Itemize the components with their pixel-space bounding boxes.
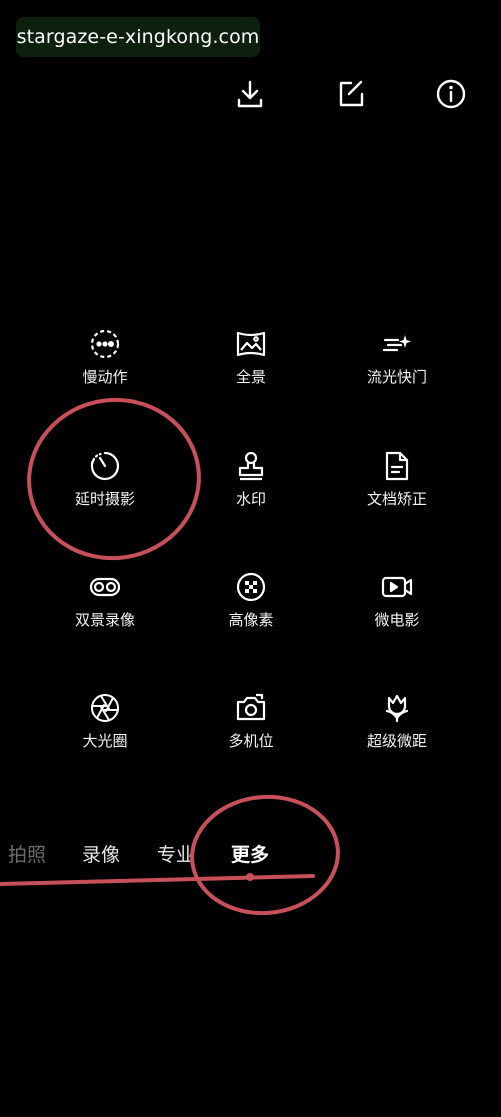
micro-movie-icon xyxy=(337,567,457,603)
tab-more[interactable]: 更多 xyxy=(231,840,269,867)
document-icon xyxy=(337,446,457,482)
slow-motion-icon xyxy=(45,324,165,360)
high-resolution-icon xyxy=(191,567,311,603)
tab-video[interactable]: 录像 xyxy=(82,840,120,867)
mode-panorama[interactable]: 全景 xyxy=(191,324,311,387)
annotation-underline xyxy=(0,874,315,886)
mode-label: 水印 xyxy=(235,490,266,508)
time-lapse-icon xyxy=(45,446,165,482)
mode-label: 微电影 xyxy=(374,611,420,629)
annotation-overlay xyxy=(0,397,340,916)
super-macro-icon xyxy=(337,688,457,724)
mode-label: 延时摄影 xyxy=(74,490,135,508)
mode-light-painting[interactable]: 流光快门 xyxy=(337,324,457,387)
mode-slow-motion[interactable]: 慢动作 xyxy=(45,324,165,387)
light-painting-icon xyxy=(337,324,457,360)
mode-super-macro[interactable]: 超级微距 xyxy=(337,688,457,751)
mode-label: 大光圈 xyxy=(82,732,128,750)
mode-high-resolution[interactable]: 高像素 xyxy=(191,567,311,630)
mode-label: 多机位 xyxy=(228,732,274,750)
mode-label: 文档矫正 xyxy=(366,490,427,508)
watermark: stargaze-e-xingkong.com xyxy=(16,17,260,57)
edit-icon[interactable] xyxy=(333,76,369,112)
mode-document[interactable]: 文档矫正 xyxy=(337,446,457,509)
mode-watermark[interactable]: 水印 xyxy=(191,446,311,509)
mode-label: 超级微距 xyxy=(366,732,427,750)
mode-label: 双景录像 xyxy=(74,611,135,629)
tab-photo[interactable]: 拍照 xyxy=(8,840,46,867)
watermark-stamp-icon xyxy=(191,446,311,482)
mode-label: 慢动作 xyxy=(82,368,128,386)
mode-dual-view[interactable]: 双景录像 xyxy=(45,567,165,630)
mode-label: 高像素 xyxy=(228,611,274,629)
tab-pro[interactable]: 专业 xyxy=(157,840,195,867)
active-tab-indicator-dot xyxy=(246,873,254,881)
mode-multi-camera[interactable]: 多机位 xyxy=(191,688,311,751)
aperture-icon xyxy=(45,688,165,724)
info-icon[interactable] xyxy=(433,76,469,112)
multi-camera-icon xyxy=(191,688,311,724)
mode-aperture[interactable]: 大光圈 xyxy=(45,688,165,751)
dual-view-icon xyxy=(45,567,165,603)
mode-label: 全景 xyxy=(235,368,266,386)
mode-micro-movie[interactable]: 微电影 xyxy=(337,567,457,630)
mode-time-lapse[interactable]: 延时摄影 xyxy=(45,446,165,509)
mode-label: 流光快门 xyxy=(366,368,427,386)
panorama-icon xyxy=(191,324,311,360)
download-icon[interactable] xyxy=(232,76,268,112)
